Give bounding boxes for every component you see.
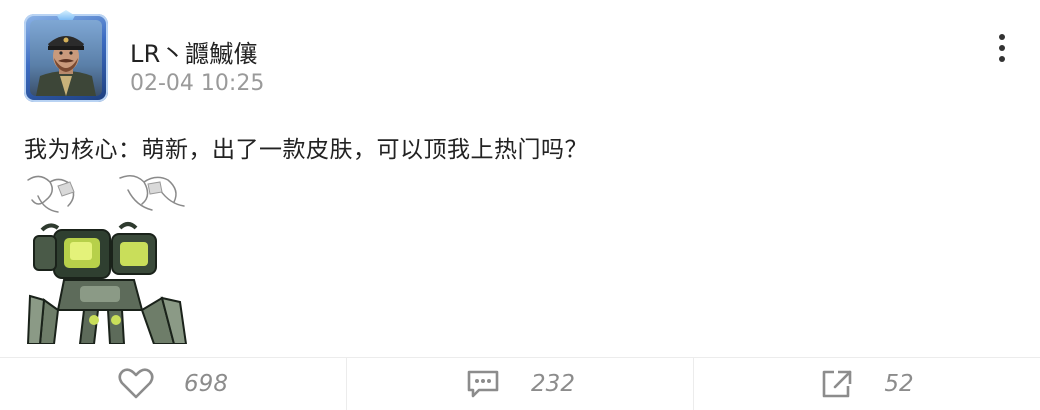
post-action-bar: 698 232 52 [0, 357, 1040, 410]
robot-skin-artwork-icon [26, 175, 188, 344]
post-image[interactable] [24, 170, 188, 344]
comment-icon [467, 370, 499, 398]
heart-icon [118, 368, 154, 399]
post-card: LR丶讔鰄儴 02-04 10:25 我为核心：萌新，出了一款皮肤，可以顶我上热… [0, 0, 1040, 410]
more-vertical-icon[interactable] [988, 30, 1016, 66]
username[interactable]: LR丶讔鰄儴 [130, 34, 258, 69]
share-count: 52 [884, 371, 914, 397]
avatar[interactable] [24, 10, 108, 102]
officer-portrait-icon [36, 36, 96, 96]
post-timestamp: 02-04 10:25 [130, 71, 265, 96]
avatar-portrait [30, 20, 102, 96]
like-button[interactable]: 698 [0, 358, 347, 410]
share-button[interactable]: 52 [694, 358, 1040, 410]
share-icon [823, 370, 852, 398]
comment-count: 232 [531, 371, 575, 397]
post-body-text: 我为核心：萌新，出了一款皮肤，可以顶我上热门吗？ [24, 137, 588, 163]
comment-button[interactable]: 232 [347, 358, 694, 410]
like-count: 698 [184, 371, 228, 397]
